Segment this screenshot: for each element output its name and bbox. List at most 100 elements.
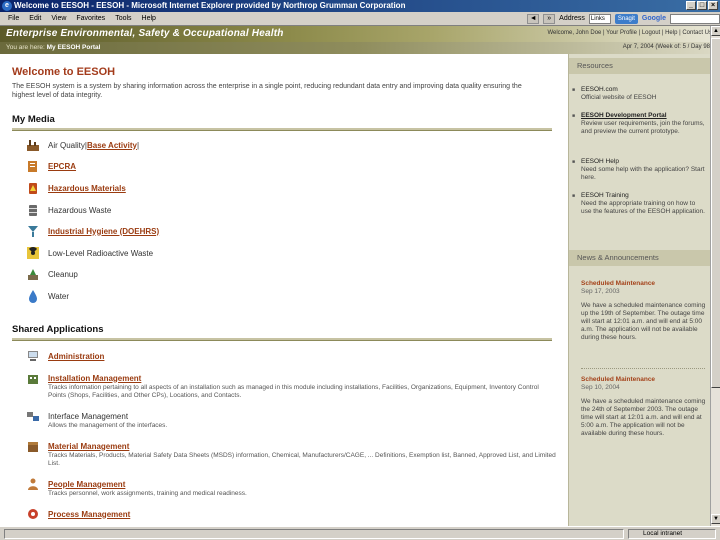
installation-icon [26, 371, 40, 385]
internet-explorer-icon: e [2, 1, 12, 11]
address-label: Address [559, 15, 585, 22]
menu-edit[interactable]: Edit [29, 15, 41, 22]
minimize-icon[interactable]: _ [686, 1, 696, 10]
google-logo: Google [641, 15, 666, 22]
news-divider [581, 368, 705, 369]
resource-title[interactable]: EESOH.com [581, 86, 705, 94]
media-label[interactable]: Cleanup [48, 270, 78, 279]
resource-item: EESOH Development Portal Review user req… [572, 112, 705, 136]
window-title-bar: e Welcome to EESOH - EESOH - Microsoft I… [0, 0, 720, 12]
media-item-epcra[interactable]: EPCRA [26, 159, 76, 173]
resource-item: EESOH Training Need the appropriate trai… [572, 192, 705, 216]
app-description: Tracks information pertaining to all asp… [48, 384, 539, 399]
section-divider [12, 128, 552, 131]
factory-icon [26, 138, 40, 152]
computer-icon [26, 349, 40, 363]
menu-file[interactable]: File [8, 15, 19, 22]
media-label[interactable]: Hazardous Waste [48, 206, 111, 215]
google-search-input[interactable] [670, 13, 720, 24]
app-process-management: Process Management [26, 508, 556, 520]
scroll-up-icon[interactable]: ▲ [711, 26, 720, 36]
base-activity-link[interactable]: Base Activity [87, 141, 137, 150]
media-label[interactable]: EPCRA [48, 162, 76, 171]
app-administration: Administration [26, 350, 556, 362]
news-date: Sep 10, 2004 [581, 384, 620, 391]
breadcrumb-current[interactable]: My EESOH Portal [47, 44, 101, 51]
menu-view[interactable]: View [51, 15, 66, 22]
site-header: Enterprise Environmental, Safety & Occup… [0, 26, 720, 42]
app-installation-management: Installation Management Tracks informati… [26, 372, 556, 400]
waste-drum-icon [26, 203, 40, 217]
scroll-thumb[interactable] [711, 38, 720, 388]
water-drop-icon [26, 289, 40, 303]
maximize-icon[interactable]: □ [697, 1, 707, 10]
document-icon [26, 159, 40, 173]
app-description: Tracks personnel, work assignments, trai… [48, 490, 247, 497]
news-item: Scheduled Maintenance Sep 17, 2003 We ha… [581, 280, 707, 342]
menu-help[interactable]: Help [142, 15, 156, 22]
media-label[interactable]: Water [48, 292, 69, 301]
snagit-button[interactable]: Snagit [614, 13, 638, 24]
media-item-radioactive-waste[interactable]: Low-Level Radioactive Waste [26, 246, 153, 260]
media-label[interactable]: Industrial Hygiene (DOEHRS) [48, 227, 159, 236]
media-item-hazardous-waste[interactable]: Hazardous Waste [26, 203, 111, 217]
current-date: Apr 7, 2004 (Week of: 5 / Day 98) [622, 44, 712, 50]
media-item-hazardous-materials[interactable]: Hazardous Materials [26, 181, 126, 195]
forward-arrow-icon[interactable]: » [543, 13, 556, 24]
app-label[interactable]: Interface Management [48, 412, 128, 421]
security-zone: Local intranet [628, 529, 716, 539]
hygiene-icon [26, 224, 40, 238]
section-divider [12, 338, 552, 341]
process-icon [26, 507, 40, 521]
status-bar: Local intranet [0, 526, 720, 540]
resource-desc: Need the appropriate training on how to … [581, 200, 705, 215]
app-link[interactable]: Material Management [48, 442, 129, 451]
status-text [4, 529, 624, 539]
user-links[interactable]: Welcome, John Doe | Your Profile | Logou… [547, 30, 712, 36]
breadcrumb-prefix: You are here: [6, 44, 45, 51]
media-item-air-quality: Air Quality | Base Activity | [26, 138, 139, 152]
news-header: News & Announcements [569, 250, 710, 266]
resource-title[interactable]: EESOH Development Portal [581, 112, 705, 120]
menu-tools[interactable]: Tools [115, 15, 131, 22]
media-label[interactable]: Low-Level Radioactive Waste [48, 249, 153, 258]
menu-bar: File Edit View Favorites Tools Help ◄ » … [0, 12, 720, 26]
vertical-scrollbar[interactable]: ▲ ▼ [710, 26, 720, 526]
resource-desc: Review user requirements, join the forum… [581, 120, 705, 135]
back-arrow-icon[interactable]: ◄ [527, 13, 540, 24]
cleanup-icon [26, 267, 40, 281]
media-item-water[interactable]: Water [26, 289, 69, 303]
hazard-barrel-icon [26, 181, 40, 195]
close-icon[interactable]: × [708, 1, 718, 10]
app-description: Allows the management of the interfaces. [48, 422, 168, 429]
page-title: Welcome to EESOH [12, 66, 116, 78]
news-title[interactable]: Scheduled Maintenance [581, 376, 707, 384]
main-content: Welcome to EESOH The EESOH system is a s… [0, 54, 568, 526]
news-item: Scheduled Maintenance Sep 10, 2004 We ha… [581, 376, 707, 438]
app-interface-management: Interface Management Allows the manageme… [26, 410, 556, 430]
media-label[interactable]: Hazardous Materials [48, 184, 126, 193]
app-link[interactable]: Installation Management [48, 374, 141, 383]
menu-favorites[interactable]: Favorites [76, 15, 105, 22]
news-text: We have a scheduled maintenance coming u… [581, 302, 706, 341]
app-link[interactable]: Administration [48, 352, 104, 361]
resource-title[interactable]: EESOH Help [581, 158, 705, 166]
app-people-management: People Management Tracks personnel, work… [26, 478, 556, 498]
links-button[interactable]: Links [588, 13, 611, 24]
breadcrumb: You are here: My EESOH Portal [6, 44, 100, 51]
material-icon [26, 439, 40, 453]
welcome-text: The EESOH system is a system by sharing … [12, 83, 522, 99]
scroll-down-icon[interactable]: ▼ [711, 514, 720, 524]
app-link[interactable]: Process Management [48, 510, 130, 519]
news-title[interactable]: Scheduled Maintenance [581, 280, 707, 288]
resource-title[interactable]: EESOH Training [581, 192, 705, 200]
resource-item: EESOH.com Official website of EESOH [572, 86, 705, 102]
media-item-cleanup[interactable]: Cleanup [26, 267, 78, 281]
radioactive-icon [26, 246, 40, 260]
breadcrumb-bar: You are here: My EESOH Portal Apr 7, 200… [0, 42, 720, 54]
interface-icon [26, 409, 40, 423]
window-title: Welcome to EESOH - EESOH - Microsoft Int… [14, 1, 406, 10]
window-controls: _ □ × [686, 1, 718, 10]
media-item-industrial-hygiene[interactable]: Industrial Hygiene (DOEHRS) [26, 224, 159, 238]
app-link[interactable]: People Management [48, 480, 125, 489]
